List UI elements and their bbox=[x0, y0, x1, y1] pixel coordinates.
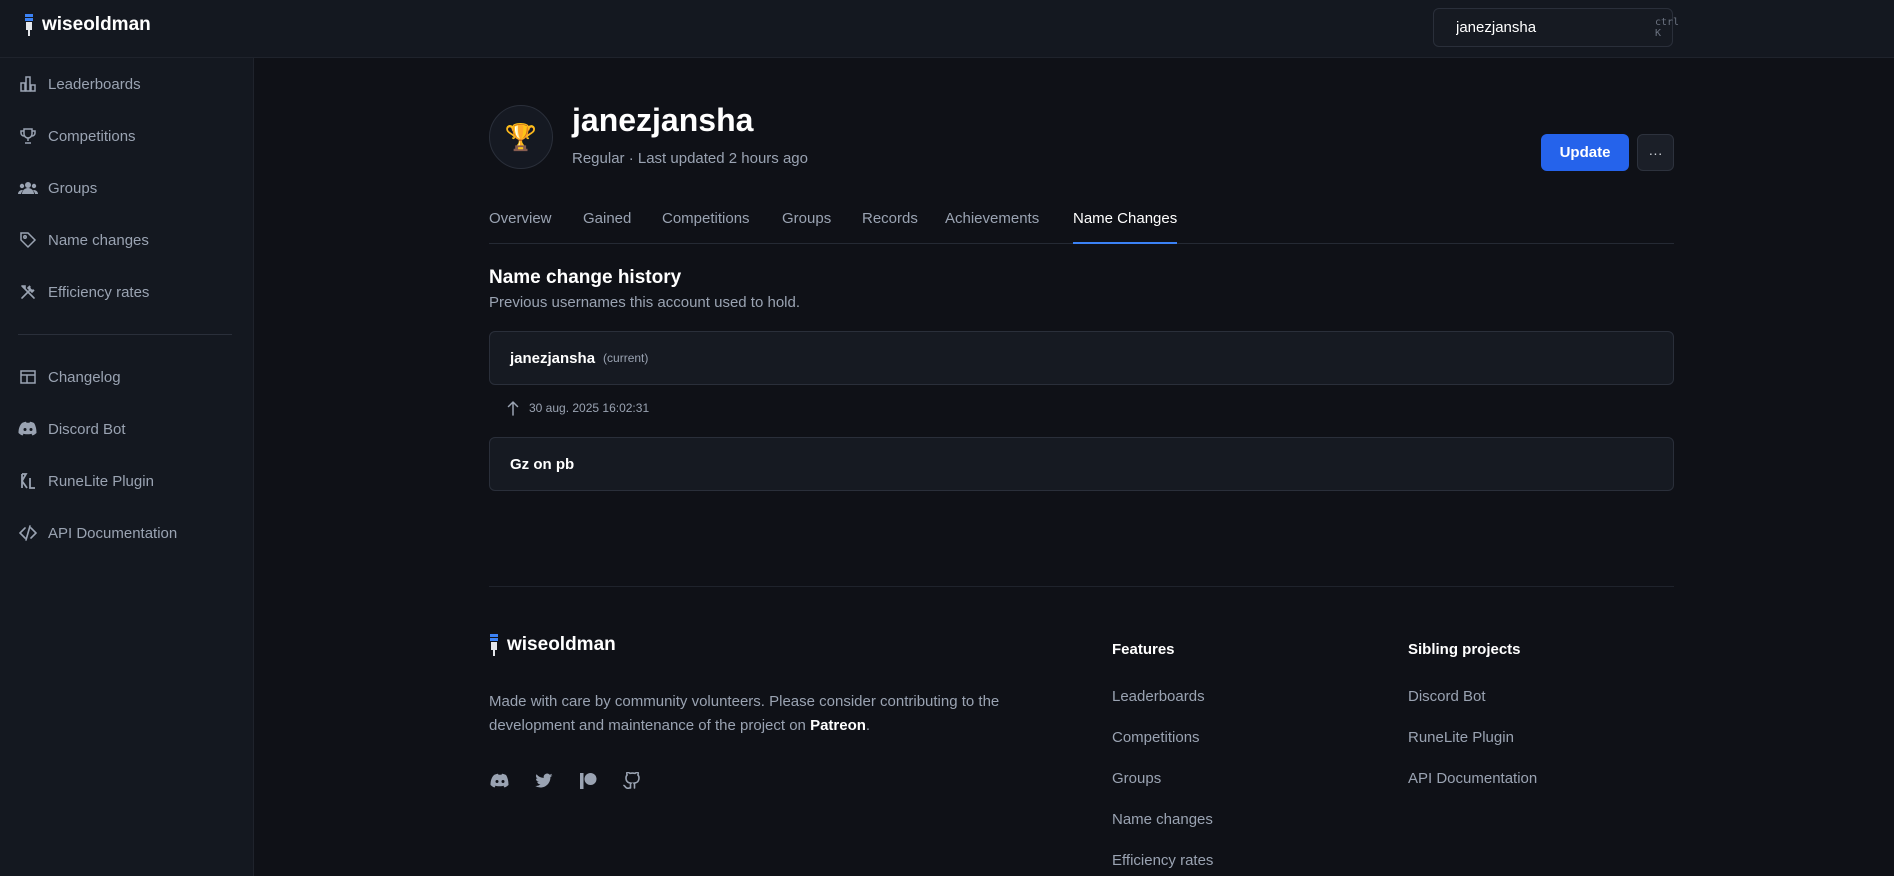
footer-link-runelite-plugin[interactable]: RuneLite Plugin bbox=[1408, 729, 1514, 746]
footer-logo[interactable]: wiseoldman bbox=[489, 634, 616, 656]
tab-groups[interactable]: Groups bbox=[782, 210, 831, 244]
tab-achievements[interactable]: Achievements bbox=[945, 210, 1039, 244]
app-logo[interactable]: wiseoldman bbox=[24, 14, 151, 36]
tag-icon bbox=[18, 230, 38, 250]
discord-icon bbox=[18, 419, 38, 439]
users-icon bbox=[18, 178, 38, 198]
footer-link-discord-bot[interactable]: Discord Bot bbox=[1408, 688, 1486, 705]
section-title: Name change history bbox=[489, 267, 682, 288]
tab-name-changes[interactable]: Name Changes bbox=[1073, 210, 1178, 244]
sidebar-divider bbox=[18, 334, 232, 335]
sidebar-item-label: Groups bbox=[48, 179, 98, 197]
tools-icon bbox=[18, 282, 38, 302]
code-icon bbox=[18, 523, 38, 543]
sidebar-item-api-documentation[interactable]: API Documentation bbox=[18, 518, 177, 548]
current-tag: (current) bbox=[603, 351, 649, 365]
player-avatar: 🏆 bbox=[489, 105, 553, 169]
main-content: 🏆 janezjansha Regular · Last updated 2 h… bbox=[255, 58, 1894, 876]
runelite-icon bbox=[18, 471, 38, 491]
patreon-icon[interactable] bbox=[577, 770, 599, 792]
profile-tabs: Overview Gained Competitions Groups Reco… bbox=[489, 210, 1674, 244]
patreon-link[interactable]: Patreon bbox=[810, 717, 866, 734]
sidebar-item-runelite-plugin[interactable]: RuneLite Plugin bbox=[18, 466, 154, 496]
twitter-icon[interactable] bbox=[533, 770, 555, 792]
sidebar-item-label: Leaderboards bbox=[48, 75, 141, 93]
previous-name-card: Gz on pb bbox=[489, 437, 1674, 491]
footer-brand: wiseoldman bbox=[507, 634, 616, 655]
discord-icon[interactable] bbox=[489, 770, 511, 792]
sidebar-item-label: Competitions bbox=[48, 127, 136, 145]
tab-overview[interactable]: Overview bbox=[489, 210, 552, 244]
arrow-up-icon bbox=[507, 400, 519, 416]
footer-link-leaderboards[interactable]: Leaderboards bbox=[1112, 688, 1205, 705]
sidebar-item-changelog[interactable]: Changelog bbox=[18, 362, 121, 392]
trophy-icon: 🏆 bbox=[504, 121, 538, 152]
sidebar: Leaderboards Competitions Groups Name ch… bbox=[0, 58, 254, 876]
tab-records[interactable]: Records bbox=[862, 210, 918, 244]
sidebar-item-groups[interactable]: Groups bbox=[18, 173, 97, 203]
tab-gained[interactable]: Gained bbox=[583, 210, 631, 244]
tab-competitions[interactable]: Competitions bbox=[662, 210, 750, 244]
footer-link-competitions[interactable]: Competitions bbox=[1112, 729, 1200, 746]
footer-link-groups[interactable]: Groups bbox=[1112, 770, 1161, 787]
trophy-icon bbox=[18, 126, 38, 146]
footer-link-efficiency-rates[interactable]: Efficiency rates bbox=[1112, 852, 1213, 869]
sidebar-item-label: API Documentation bbox=[48, 524, 178, 542]
sidebar-item-label: Name changes bbox=[48, 231, 149, 249]
sidebar-item-leaderboards[interactable]: Leaderboards bbox=[18, 69, 141, 99]
search-input[interactable] bbox=[1456, 9, 1655, 46]
update-button[interactable]: Update bbox=[1541, 134, 1629, 171]
github-icon[interactable] bbox=[621, 770, 643, 792]
sidebar-item-name-changes[interactable]: Name changes bbox=[18, 225, 149, 255]
bar-chart-icon bbox=[18, 74, 38, 94]
search-shortcut: ctrl K bbox=[1655, 16, 1680, 39]
player-name: janezjansha bbox=[572, 102, 754, 138]
name-change-row: 30 aug. 2025 16:02:31 bbox=[507, 400, 649, 416]
wiseoldman-logo-icon bbox=[490, 634, 498, 656]
sidebar-item-label: Efficiency rates bbox=[48, 283, 150, 301]
sidebar-item-efficiency-rates[interactable]: Efficiency rates bbox=[18, 277, 149, 307]
name-change-date: 30 aug. 2025 16:02:31 bbox=[529, 401, 650, 415]
footer-link-name-changes[interactable]: Name changes bbox=[1112, 811, 1213, 828]
footer-description: Made with care by community volunteers. … bbox=[489, 690, 1029, 738]
footer-description-suffix: . bbox=[865, 717, 871, 734]
footer-divider bbox=[489, 586, 1674, 587]
ellipsis-icon: ··· bbox=[1648, 144, 1663, 161]
footer-description-text: Made with care by community volunteers. … bbox=[489, 693, 1000, 734]
sidebar-item-label: Discord Bot bbox=[48, 420, 126, 438]
footer-features-title: Features bbox=[1112, 641, 1175, 658]
sidebar-item-discord-bot[interactable]: Discord Bot bbox=[18, 414, 126, 444]
sidebar-item-label: Changelog bbox=[48, 368, 121, 386]
section-subtitle: Previous usernames this account used to … bbox=[489, 294, 801, 311]
footer-siblings-title: Sibling projects bbox=[1408, 641, 1521, 658]
sidebar-item-competitions[interactable]: Competitions bbox=[18, 121, 136, 151]
current-name-card: janezjansha (current) bbox=[489, 331, 1674, 385]
footer-link-api-documentation[interactable]: API Documentation bbox=[1408, 770, 1537, 787]
search-box[interactable]: ctrl K bbox=[1433, 8, 1679, 47]
wiseoldman-logo-icon bbox=[25, 14, 33, 36]
app-name: wiseoldman bbox=[42, 14, 151, 35]
more-options-button[interactable]: ··· bbox=[1637, 134, 1674, 171]
layout-icon bbox=[18, 367, 38, 387]
sidebar-item-label: RuneLite Plugin bbox=[48, 472, 154, 490]
top-bar: wiseoldman ctrl K bbox=[0, 0, 1894, 58]
previous-name: Gz on pb bbox=[510, 455, 575, 473]
player-meta: Regular · Last updated 2 hours ago bbox=[572, 150, 808, 167]
current-name: janezjansha bbox=[510, 349, 596, 367]
